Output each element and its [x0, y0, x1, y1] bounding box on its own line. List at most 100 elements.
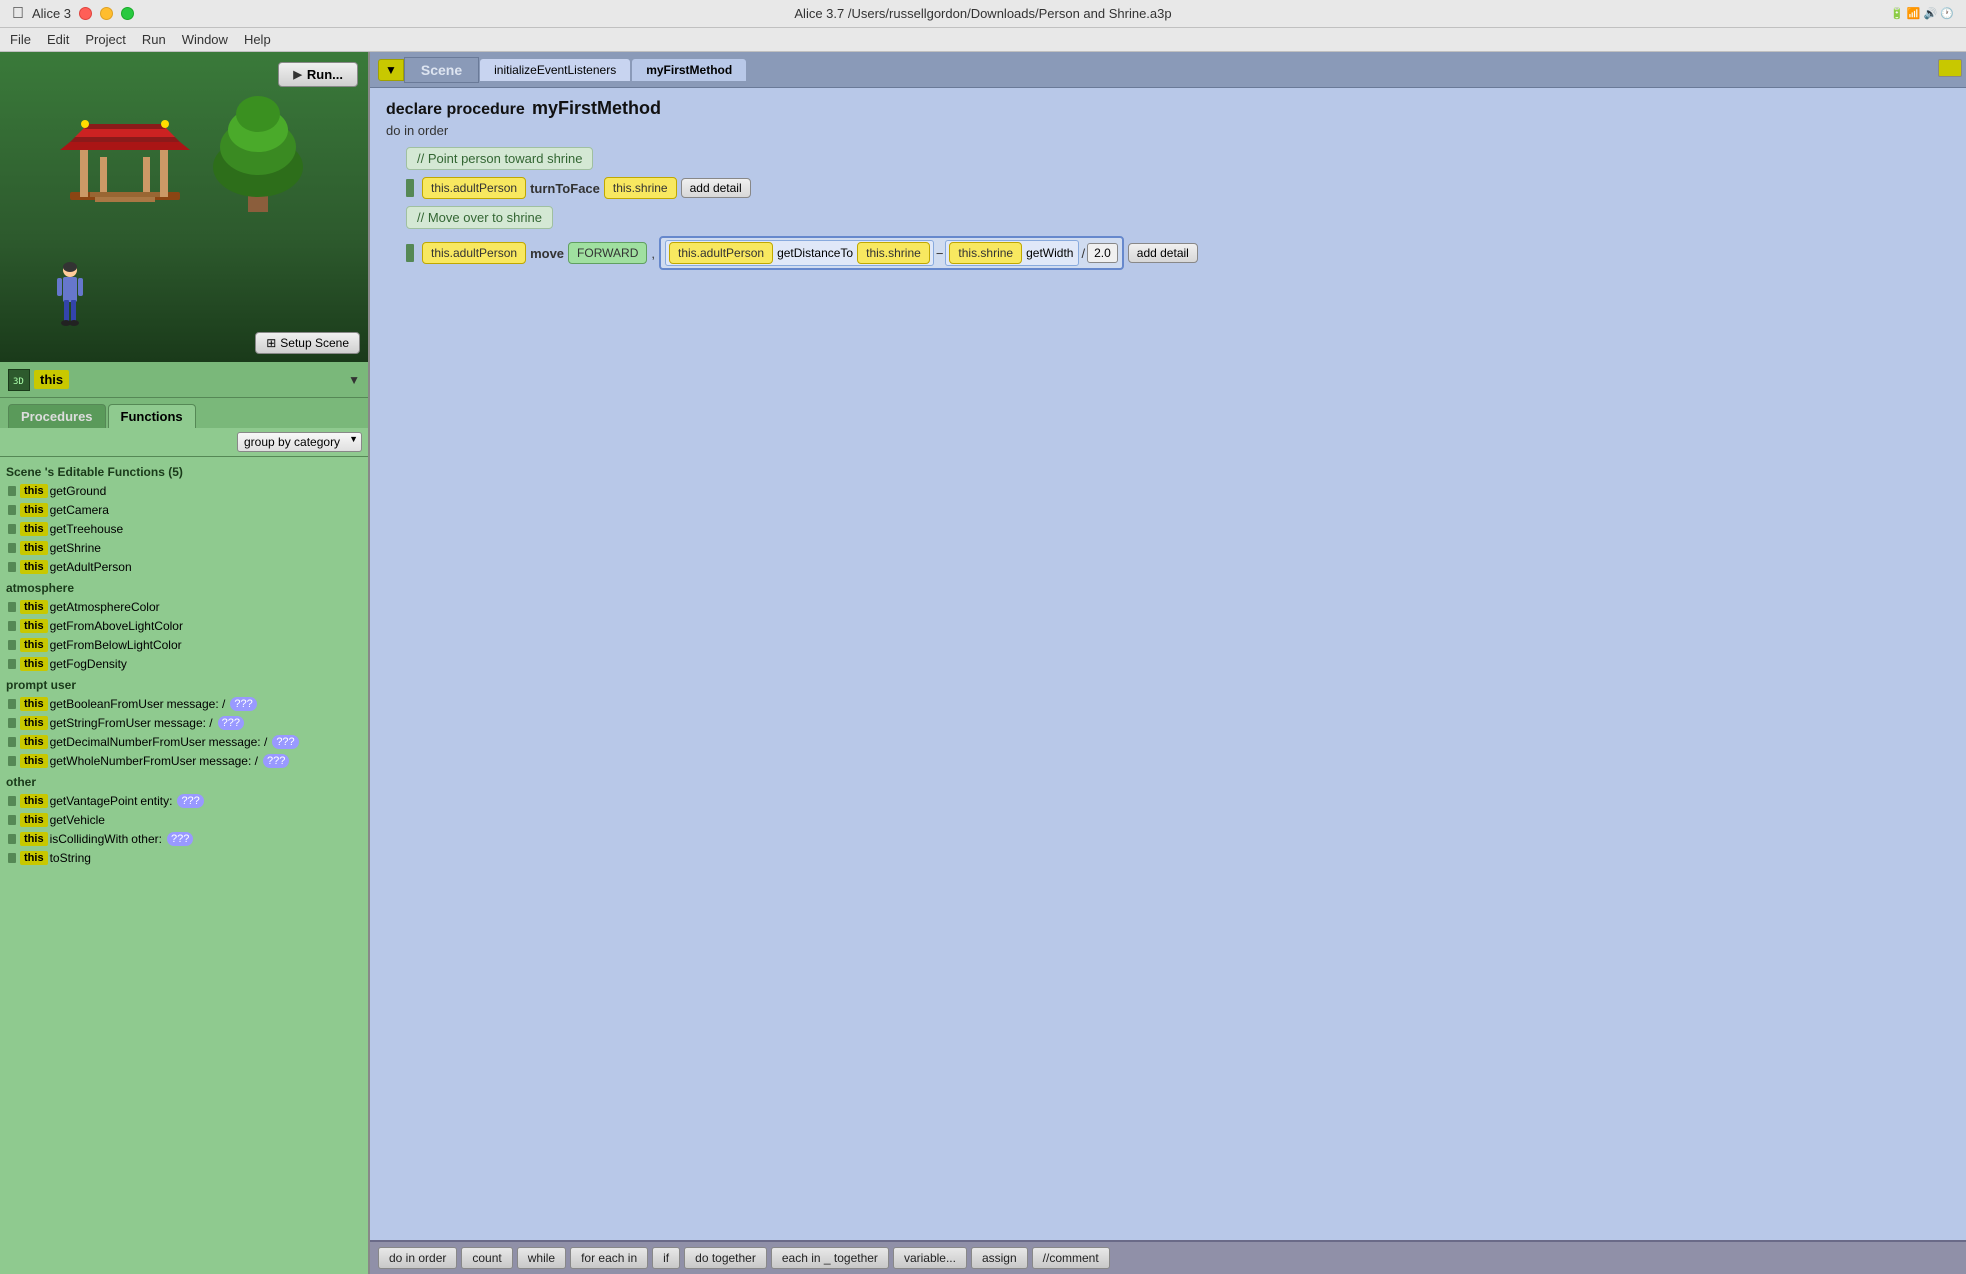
toolbar-each-in-together[interactable]: each in _ together [771, 1247, 889, 1269]
func-getVantagePoint[interactable]: this getVantagePoint entity: ??? [4, 792, 364, 810]
stmt2-expr1-obj-token[interactable]: this.adultPerson [669, 242, 773, 264]
apple-menu-icon[interactable]:  [12, 5, 24, 23]
this-badge: this [20, 619, 48, 633]
scene-dropdown[interactable]: ▼ [378, 59, 404, 81]
func-getAtmosphereColor[interactable]: this getAtmosphereColor [4, 598, 364, 616]
func-getFromBelowLightColor[interactable]: this getFromBelowLightColor [4, 636, 364, 654]
func-param-badge: ??? [263, 754, 289, 768]
this-badge: this [20, 754, 48, 768]
stmt2-comma: , [651, 246, 655, 261]
func-getVehicle[interactable]: this getVehicle [4, 811, 364, 829]
move-statement: this.adultPerson move FORWARD , this.adu… [406, 236, 1950, 270]
func-getWholeNumberFromUser[interactable]: this getWholeNumberFromUser message: / ?… [4, 752, 364, 770]
functions-tab[interactable]: Functions [108, 404, 196, 428]
bottom-toolbar: do in order count while for each in if d… [370, 1240, 1966, 1274]
toolbar-do-together[interactable]: do together [684, 1247, 767, 1269]
func-getTreehouse[interactable]: this getTreehouse [4, 520, 364, 538]
procedures-tab[interactable]: Procedures [8, 404, 106, 428]
this-badge: this [20, 657, 48, 671]
func-toString[interactable]: this toString [4, 849, 364, 867]
this-selector: 3D this ▼ [0, 362, 368, 398]
stmt1-param-token[interactable]: this.shrine [604, 177, 677, 199]
func-getShrine[interactable]: this getShrine [4, 539, 364, 557]
titlebar-controls:  Alice 3 [12, 5, 134, 23]
toolbar-for-each-in[interactable]: for each in [570, 1247, 648, 1269]
svg-text:3D: 3D [13, 377, 24, 387]
toolbar-while[interactable]: while [517, 1247, 566, 1269]
toolbar-variable[interactable]: variable... [893, 1247, 967, 1269]
stmt2-object-token[interactable]: this.adultPerson [422, 242, 526, 264]
func-isCollidingWith[interactable]: this isCollidingWith other: ??? [4, 830, 364, 848]
this-dropdown-arrow[interactable]: ▼ [348, 373, 360, 387]
this-badge: this [20, 600, 48, 614]
toolbar-count[interactable]: count [461, 1247, 512, 1269]
stmt1-drag-handle [406, 179, 414, 197]
scene-section-label: Scene 's Editable Functions (5) [4, 461, 364, 481]
drag-handle-icon [8, 524, 16, 534]
menu-project[interactable]: Project [85, 32, 125, 47]
menu-help[interactable]: Help [244, 32, 271, 47]
main-layout: ▶ Run... ⊞ Setup Scene 3D this ▼ [0, 52, 1966, 1274]
this-badge: this [20, 638, 48, 652]
stmt2-expr2-obj-token[interactable]: this.shrine [949, 242, 1022, 264]
func-getDecimalNumberFromUser[interactable]: this getDecimalNumberFromUser message: /… [4, 733, 364, 751]
run-button-area: ▶ Run... [278, 62, 358, 87]
do-in-order-label: do in order [386, 123, 1950, 138]
scene-viewport: ▶ Run... ⊞ Setup Scene [0, 52, 368, 362]
menu-file[interactable]: File [10, 32, 31, 47]
group-by-select[interactable]: group by category [237, 432, 362, 452]
func-name-getAtmosphereColor: getAtmosphereColor [50, 600, 160, 614]
tab-init-event-listeners[interactable]: initializeEventListeners [479, 58, 631, 81]
setup-grid-icon: ⊞ [266, 336, 276, 350]
stmt1-object-token[interactable]: this.adultPerson [422, 177, 526, 199]
titlebar-right-icons: 🔋 📶 🔊 🕐 [1890, 7, 1954, 20]
func-param-badge: ??? [230, 697, 256, 711]
menu-run[interactable]: Run [142, 32, 166, 47]
toolbar-if[interactable]: if [652, 1247, 680, 1269]
func-getStringFromUser[interactable]: this getStringFromUser message: / ??? [4, 714, 364, 732]
func-name-getShrine: getShrine [50, 541, 101, 555]
toolbar-comment[interactable]: //comment [1032, 1247, 1110, 1269]
stmt2-add-detail-button[interactable]: add detail [1128, 243, 1198, 263]
func-getBooleanFromUser[interactable]: this getBooleanFromUser message: / ??? [4, 695, 364, 713]
maximize-button[interactable] [121, 7, 134, 20]
minimize-button[interactable] [100, 7, 113, 20]
stmt1-add-detail-button[interactable]: add detail [681, 178, 751, 198]
tab-bar: ▼ Scene initializeEventListeners myFirst… [370, 52, 1966, 88]
close-button[interactable] [79, 7, 92, 20]
menubar: File Edit Project Run Window Help [0, 28, 1966, 52]
tab-scene[interactable]: Scene [404, 57, 479, 83]
menu-edit[interactable]: Edit [47, 32, 69, 47]
toolbar-do-in-order[interactable]: do in order [378, 1247, 457, 1269]
tree-object [208, 72, 308, 212]
stmt2-expr1-param-token[interactable]: this.shrine [857, 242, 930, 264]
menu-window[interactable]: Window [182, 32, 228, 47]
stmt1-method-token: turnToFace [530, 181, 600, 196]
toolbar-assign[interactable]: assign [971, 1247, 1028, 1269]
group-selector-wrapper[interactable]: group by category [237, 432, 362, 452]
func-getGround[interactable]: this getGround [4, 482, 364, 500]
setup-scene-button[interactable]: ⊞ Setup Scene [255, 332, 360, 354]
run-button[interactable]: ▶ Run... [278, 62, 358, 87]
drag-handle-icon [8, 756, 16, 766]
comment-text-2: // Move over to shrine [406, 206, 553, 229]
drag-handle-icon [8, 834, 16, 844]
func-getCamera[interactable]: this getCamera [4, 501, 364, 519]
stmt2-expr2-method-token: getWidth [1026, 246, 1073, 260]
this-badge: this [20, 716, 48, 730]
func-getFogDensity[interactable]: this getFogDensity [4, 655, 364, 673]
titlebar:  Alice 3 Alice 3.7 /Users/russellgordon… [0, 0, 1966, 28]
func-getAdultPerson[interactable]: this getAdultPerson [4, 558, 364, 576]
func-getFromAboveLightColor[interactable]: this getFromAboveLightColor [4, 617, 364, 635]
stmt2-div-op: / [1081, 246, 1085, 261]
func-name-toString: toString [50, 851, 91, 865]
stmt2-expr2-sub: this.shrine getWidth [945, 240, 1079, 266]
stmt2-num-token[interactable]: 2.0 [1087, 243, 1118, 263]
stmt2-param1-token[interactable]: FORWARD [568, 242, 647, 264]
drag-handle-icon [8, 718, 16, 728]
app-name: Alice 3 [32, 6, 71, 21]
right-panel: ▼ Scene initializeEventListeners myFirst… [370, 52, 1966, 1274]
tab-my-first-method[interactable]: myFirstMethod [631, 58, 747, 81]
system-icons: 🔋 📶 🔊 🕐 [1890, 7, 1954, 20]
this-badge: this [20, 697, 48, 711]
